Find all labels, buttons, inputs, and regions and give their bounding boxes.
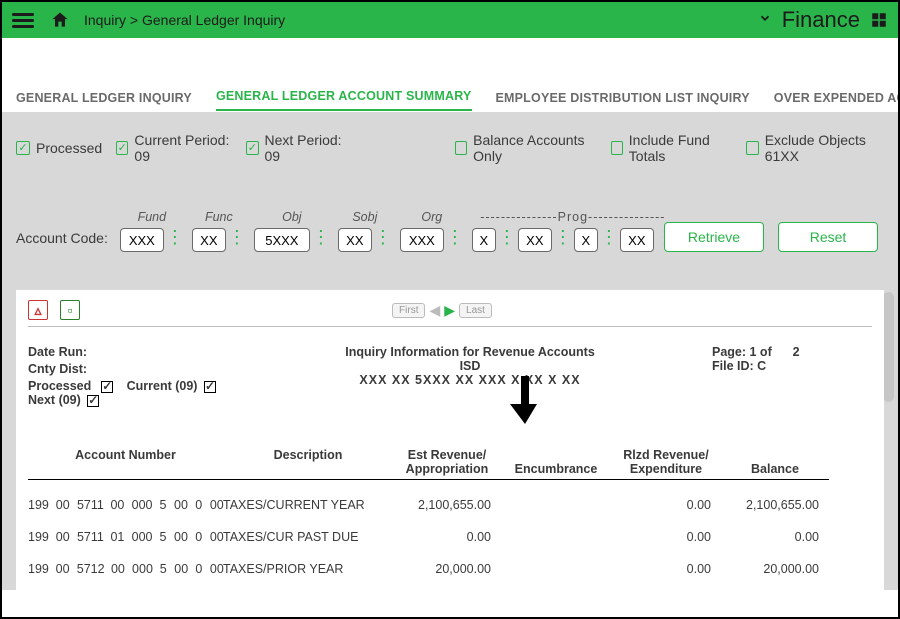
checkbox-next-label: Next Period: 09 [265,132,347,164]
report-title: Inquiry Information for Revenue Accounts [228,345,712,359]
label-file-id: File ID: C [712,359,872,373]
account-code-label: Account Code: [16,216,108,246]
checkbox-exclude-objects-61xx[interactable]: ✓Exclude Objects 61XX [746,132,884,164]
col-rlzd-revenue: Rlzd Revenue/Expenditure [611,448,721,480]
input-prog1[interactable] [472,228,496,252]
current-check-icon [204,381,216,393]
last-page-button[interactable]: Last [459,303,492,318]
lookup-prog1-icon[interactable]: ⋮ [498,234,516,241]
processed-check-icon [101,381,113,393]
scrollbar[interactable] [883,292,894,402]
callout-arrow-icon [510,376,540,429]
header-sobj: Sobj [352,210,377,228]
checkbox-processed[interactable]: ✓Processed [16,140,102,156]
home-icon[interactable] [50,10,70,30]
table-row: 19900571100000500000TAXES/CURRENT YEAR2,… [28,498,872,512]
col-balance: Balance [721,448,829,480]
lookup-func-icon[interactable]: ⋮ [228,234,246,241]
menu-icon[interactable] [12,13,34,28]
header-org: Org [421,210,442,228]
checkbox-excl61-label: Exclude Objects 61XX [765,132,884,164]
input-prog4[interactable] [620,228,654,252]
table-row: 19900571200000500000TAXES/PRIOR YEAR20,0… [28,562,872,576]
col-est-revenue: Est Revenue/Appropriation [393,448,501,480]
module-dropdown[interactable] [758,11,772,30]
input-org[interactable] [400,228,444,252]
checkbox-current-period[interactable]: ✓Current Period: 09 [116,132,232,164]
first-page-button[interactable]: First [392,303,425,318]
retrieve-button[interactable]: Retrieve [664,222,764,252]
tab-bar: GENERAL LEDGER INQUIRY GENERAL LEDGER AC… [2,84,898,112]
col-description: Description [223,448,393,480]
report-viewer: ▵ ▫ First ◀ ▶ Last Date Run: Cnty Dist: … [16,290,884,590]
col-account-number: Account Number [28,448,223,480]
checkbox-current-label: Current Period: 09 [134,132,232,164]
input-prog2[interactable] [518,228,552,252]
label-date-run: Date Run: [28,345,228,359]
excel-icon[interactable]: ▫ [60,300,80,320]
input-prog3[interactable] [574,228,598,252]
checkbox-fundtot-label: Include Fund Totals [629,132,733,164]
tab-employee-distribution-list-inquiry[interactable]: EMPLOYEE DISTRIBUTION LIST INQUIRY [496,91,750,111]
header-func: Func [205,210,233,228]
lookup-sobj-icon[interactable]: ⋮ [374,234,392,241]
report-subtitle: ISD [228,359,712,373]
apps-icon[interactable] [870,11,888,29]
label-page: Page: 1 of [712,345,772,359]
input-sobj[interactable] [338,228,372,252]
label-current: Current (09) [127,379,198,393]
lookup-org-icon[interactable]: ⋮ [446,234,464,241]
prev-page-icon[interactable]: ◀ [429,302,440,319]
label-page-total: 2 [793,345,800,359]
next-check-icon [87,395,99,407]
lookup-prog3-icon[interactable]: ⋮ [600,234,618,241]
label-cnty-dist: Cnty Dist: [28,362,228,376]
label-processed: Processed [28,379,91,393]
table-row: 19900571101000500000TAXES/CUR PAST DUE0.… [28,530,872,544]
tab-over-expended-account-summary[interactable]: OVER EXPENDED ACCOUNT SUMMARY [774,91,900,111]
lookup-prog2-icon[interactable]: ⋮ [554,234,572,241]
next-page-icon[interactable]: ▶ [444,302,455,319]
header-obj: Obj [282,210,301,228]
tab-general-ledger-account-summary[interactable]: GENERAL LEDGER ACCOUNT SUMMARY [216,89,472,111]
checkbox-processed-label: Processed [36,140,102,156]
tab-general-ledger-inquiry[interactable]: GENERAL LEDGER INQUIRY [16,91,192,111]
checkbox-next-period[interactable]: ✓Next Period: 09 [246,132,347,164]
checkbox-balance-accounts-only[interactable]: ✓Balance Accounts Only [455,132,597,164]
header-fund: Fund [138,210,167,228]
input-func[interactable] [192,228,226,252]
label-next: Next (09) [28,393,81,407]
header-prog: ---------------Prog--------------- [480,210,665,228]
pdf-icon[interactable]: ▵ [28,300,48,320]
input-fund[interactable] [120,228,164,252]
col-encumbrance: Encumbrance [501,448,611,480]
checkbox-balance-label: Balance Accounts Only [473,132,596,164]
input-obj[interactable] [254,228,310,252]
lookup-fund-icon[interactable]: ⋮ [166,234,184,241]
report-account-mask: XXX XX 5XXX XX XXX X XX X XX [228,373,712,387]
lookup-obj-icon[interactable]: ⋮ [312,234,330,241]
reset-button[interactable]: Reset [778,222,878,252]
checkbox-include-fund-totals[interactable]: ✓Include Fund Totals [611,132,733,164]
module-name: Finance [782,7,860,33]
breadcrumb: Inquiry > General Ledger Inquiry [84,12,285,28]
